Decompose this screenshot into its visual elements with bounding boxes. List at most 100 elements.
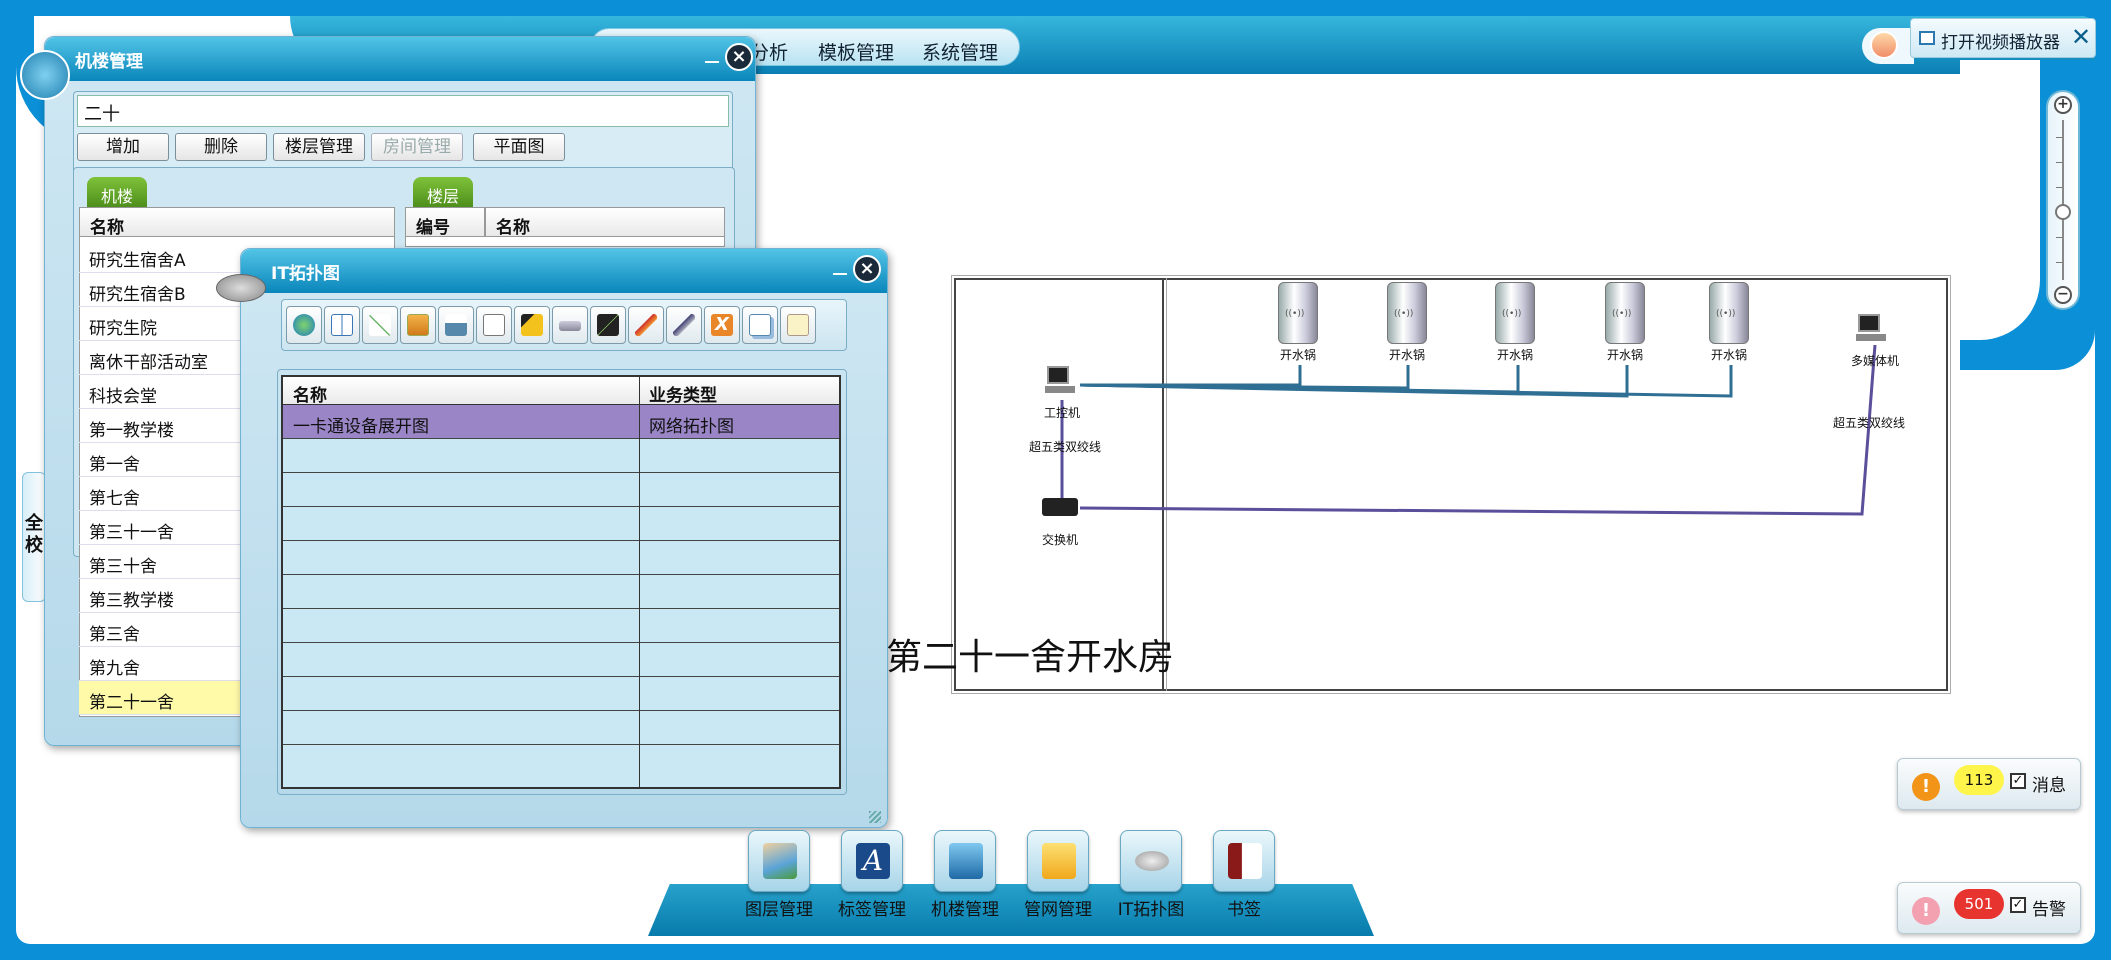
- window-title: IT拓扑图: [241, 249, 887, 293]
- message-count-badge[interactable]: 113: [1954, 765, 2004, 795]
- dock-label: 管网管理: [1024, 900, 1092, 920]
- cable-label-right: 超五类双绞线: [1832, 416, 1905, 430]
- dock-bookmarks[interactable]: 书签: [1211, 830, 1277, 920]
- table-row[interactable]: [283, 643, 839, 677]
- link-boiler-5: [1079, 365, 1733, 398]
- tab-floors[interactable]: 楼层: [413, 177, 474, 207]
- book-icon[interactable]: [324, 306, 360, 344]
- table-row[interactable]: [283, 711, 839, 745]
- link-boiler-4: [1079, 365, 1629, 398]
- boiler-icon[interactable]: [1495, 282, 1535, 344]
- table-row[interactable]: [283, 575, 839, 609]
- building-list-header: 名称: [79, 207, 395, 238]
- draw-icon[interactable]: [666, 306, 702, 344]
- globe-icon[interactable]: [286, 306, 322, 344]
- it-toolbar: X: [281, 299, 847, 351]
- windows-icon[interactable]: [400, 306, 436, 344]
- building-window-icon: [20, 50, 70, 100]
- tab-buildings[interactable]: 机楼: [87, 177, 148, 207]
- multimedia-pc-icon[interactable]: [1856, 314, 1886, 342]
- table-row[interactable]: [283, 541, 839, 575]
- minimize-button[interactable]: [705, 61, 719, 63]
- minimize-button[interactable]: [833, 273, 847, 275]
- messages-checkbox[interactable]: ✓: [2010, 773, 2026, 789]
- dock-layer-management[interactable]: 图层管理: [745, 830, 813, 920]
- workstation-label: 工控机: [1043, 406, 1080, 420]
- basket-icon[interactable]: [438, 306, 474, 344]
- close-button[interactable]: ×: [853, 255, 881, 283]
- messages-label: 消息: [2032, 776, 2066, 796]
- boiler-label: 开水锅: [1496, 348, 1533, 362]
- boiler-icon[interactable]: [1605, 282, 1645, 344]
- cell-name: 一卡通设备展开图: [293, 417, 429, 437]
- resize-handle[interactable]: [869, 811, 881, 823]
- pen-icon[interactable]: [628, 306, 664, 344]
- cloud-icon: [1135, 851, 1169, 871]
- col-type-header: 业务类型: [639, 377, 839, 406]
- boiler-icon[interactable]: [1709, 282, 1749, 344]
- table-row-selected[interactable]: 一卡通设备展开图 网络拓扑图: [283, 405, 839, 439]
- link-switch-multimedia: [1079, 344, 1877, 516]
- boiler-label: 开水锅: [1388, 348, 1425, 362]
- table-row[interactable]: [283, 745, 839, 779]
- paste-icon[interactable]: [780, 306, 816, 344]
- alarms-checkbox[interactable]: ✓: [2010, 897, 2026, 913]
- yellow-shape-icon[interactable]: [514, 306, 550, 344]
- table-row[interactable]: [283, 677, 839, 711]
- alarm-icon: !: [1912, 897, 1940, 925]
- boiler-label: 开水锅: [1710, 348, 1747, 362]
- layers-icon: [763, 843, 797, 879]
- label-a-icon: A: [856, 843, 890, 879]
- boiler-icon[interactable]: [1278, 282, 1318, 344]
- boiler-icon[interactable]: [1387, 282, 1427, 344]
- folder-icon: [1042, 843, 1076, 879]
- building-search-input[interactable]: 二十: [77, 95, 729, 127]
- dock-label: IT拓扑图: [1117, 900, 1185, 920]
- close-button[interactable]: ×: [725, 43, 753, 71]
- room-title: 第二十一舍开水房: [886, 637, 1175, 678]
- col-name-header: 名称: [283, 377, 639, 406]
- dock-label: 书签: [1227, 900, 1261, 920]
- delete-button[interactable]: 删除: [175, 133, 267, 161]
- link-boiler-1: [1080, 365, 1302, 387]
- floor-col-number: 编号: [405, 207, 485, 238]
- table-row[interactable]: [283, 609, 839, 643]
- table-row[interactable]: [283, 439, 839, 473]
- cloud-icon: [216, 274, 266, 302]
- dock-label: 机楼管理: [931, 900, 999, 920]
- dock-label: 标签管理: [838, 900, 906, 920]
- floor-col-name: 名称: [485, 207, 725, 238]
- add-button[interactable]: 增加: [77, 133, 169, 161]
- it-topology-window: IT拓扑图 × X 名称 业务类型 一卡通设备展开图 网络拓扑图: [240, 248, 888, 828]
- room-management-button[interactable]: 房间管理: [371, 133, 463, 161]
- building-icon: [949, 843, 983, 879]
- document-icon[interactable]: [476, 306, 512, 344]
- it-table: 名称 业务类型 一卡通设备展开图 网络拓扑图: [281, 375, 841, 789]
- bookmark-book-icon: [1228, 843, 1262, 879]
- boiler-label: 开水锅: [1279, 348, 1316, 362]
- delete-icon[interactable]: X: [704, 306, 740, 344]
- switch-device-icon[interactable]: [552, 306, 588, 344]
- floor-management-button[interactable]: 楼层管理: [273, 133, 365, 161]
- switch-icon[interactable]: [1042, 498, 1078, 516]
- table-row[interactable]: [283, 507, 839, 541]
- switch-label: 交换机: [1041, 533, 1078, 547]
- line-chart-icon[interactable]: [590, 306, 626, 344]
- copy-icon[interactable]: [742, 306, 778, 344]
- dock-label-management[interactable]: A 标签管理: [838, 830, 906, 920]
- dock-label: 图层管理: [745, 900, 813, 920]
- dock-it-topology[interactable]: IT拓扑图: [1118, 830, 1184, 920]
- dock-building-management[interactable]: 机楼管理: [931, 830, 999, 920]
- cable-label-left: 超五类双绞线: [1028, 440, 1101, 454]
- multimedia-label: 多媒体机: [1850, 354, 1899, 368]
- window-title: 机楼管理: [45, 37, 755, 81]
- workstation-icon[interactable]: [1045, 366, 1075, 394]
- alarm-count-badge[interactable]: 501: [1954, 889, 2004, 919]
- column-divider: [639, 377, 640, 787]
- alarms-label: 告警: [2032, 900, 2066, 920]
- table-row[interactable]: [283, 473, 839, 507]
- floor-plan-button[interactable]: 平面图: [473, 133, 565, 161]
- dock-pipe-management[interactable]: 管网管理: [1024, 830, 1092, 920]
- network-icon[interactable]: [362, 306, 398, 344]
- messages-panel: ! 113 ✓ 消息: [1897, 758, 2081, 810]
